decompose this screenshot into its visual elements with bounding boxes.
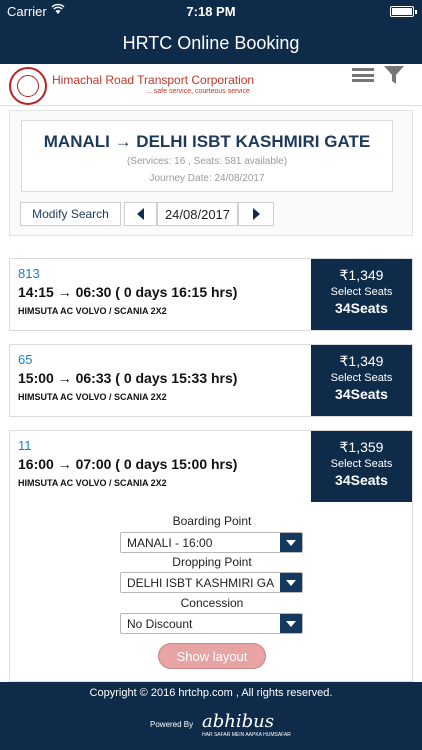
bus-timing: 15:00 → 06:33 ( 0 days 15:33 hrs) — [18, 370, 238, 386]
page-title: HRTC Online Booking — [122, 33, 300, 53]
chevron-down-icon — [280, 573, 302, 592]
concession-select[interactable]: No Discount — [120, 613, 303, 634]
brand-name: Himachal Road Transport Corporation — [52, 73, 255, 87]
menu-icon[interactable] — [352, 68, 374, 82]
select-seats-button[interactable]: ₹1,349 Select Seats 34Seats — [311, 345, 412, 416]
show-layout-button[interactable]: Show layout — [158, 643, 266, 669]
fare-label: ₹1,349 — [339, 267, 384, 283]
bus-number[interactable]: 65 — [18, 352, 32, 367]
seats-available: 34Seats — [335, 472, 388, 488]
dropping-point-label: Dropping Point — [172, 555, 252, 569]
clock: 7:18 PM — [186, 4, 236, 19]
bus-timing: 14:15 → 06:30 ( 0 days 16:15 hrs) — [18, 284, 238, 300]
journey-date: Journey Date: 24/08/2017 — [149, 173, 265, 184]
journey-date-field[interactable]: 24/08/2017 — [157, 202, 238, 226]
bus-type: HIMSUTA AC VOLVO / SCANIA 2X2 — [18, 306, 167, 316]
route-box: MANALI → DELHI ISBT KASHMIRI GATE (Servi… — [21, 120, 393, 192]
arrow-right-icon — [252, 208, 260, 220]
concession-label: Concession — [180, 596, 244, 610]
status-bar: Carrier 7:18 PM — [0, 0, 422, 22]
concession-value: No Discount — [127, 617, 193, 631]
search-summary-panel: MANALI → DELHI ISBT KASHMIRI GATE (Servi… — [9, 110, 413, 236]
booking-options-panel: Boarding Point MANALI - 16:00 Dropping P… — [9, 502, 413, 682]
boarding-point-value: MANALI - 16:00 — [127, 536, 213, 550]
bus-type: HIMSUTA AC VOLVO / SCANIA 2X2 — [18, 478, 167, 488]
bus-timing: 16:00 → 07:00 ( 0 days 15:00 hrs) — [18, 456, 238, 472]
services-summary: (Services: 16 , Seats: 581 available) — [126, 156, 288, 167]
select-seats-label: Select Seats — [330, 372, 393, 384]
bus-card: 65 15:00 → 06:33 ( 0 days 15:33 hrs) HIM… — [9, 344, 413, 417]
app-header: HRTC Online Booking — [0, 22, 422, 64]
boarding-point-label: Boarding Point — [172, 514, 252, 528]
dropping-point-value: DELHI ISBT KASHMIRI GA — [127, 576, 275, 590]
fare-label: ₹1,359 — [339, 439, 384, 455]
bus-card: 11 16:00 → 07:00 ( 0 days 15:00 hrs) HIM… — [9, 430, 413, 503]
arrow-left-icon — [137, 208, 144, 220]
bus-number[interactable]: 11 — [18, 438, 32, 453]
battery-icon — [390, 6, 417, 17]
seats-available: 34Seats — [335, 386, 388, 402]
filter-icon[interactable] — [384, 66, 404, 84]
next-date-button[interactable] — [238, 202, 274, 226]
select-seats-label: Select Seats — [330, 286, 393, 298]
select-seats-button[interactable]: ₹1,349 Select Seats 34Seats — [311, 259, 412, 330]
brand-tagline: ... safe service, courteous service — [146, 88, 250, 95]
bus-card: 813 14:15 → 06:30 ( 0 days 16:15 hrs) HI… — [9, 258, 413, 331]
copyright-text: Copyright © 2016 hrtchp.com , All rights… — [89, 687, 333, 699]
chevron-down-icon — [280, 533, 302, 552]
powered-by-row: Powered By abhibus HAR SAFAR MEIN AAPKA … — [0, 711, 422, 741]
seats-available: 34Seats — [335, 300, 388, 316]
dropping-point-select[interactable]: DELHI ISBT KASHMIRI GA — [120, 572, 303, 593]
route-title: MANALI → DELHI ISBT KASHMIRI GATE — [43, 132, 371, 151]
select-seats-label: Select Seats — [330, 458, 393, 470]
boarding-point-select[interactable]: MANALI - 16:00 — [120, 532, 303, 553]
modify-search-button[interactable]: Modify Search — [20, 202, 121, 226]
bus-number[interactable]: 813 — [18, 266, 40, 281]
powered-by-label: Powered By — [150, 720, 194, 729]
hrtc-logo — [9, 67, 47, 105]
abhibus-logo[interactable]: abhibus — [202, 711, 274, 732]
chevron-down-icon — [280, 614, 302, 633]
select-seats-button[interactable]: ₹1,359 Select Seats 34Seats — [311, 431, 412, 502]
footer: Copyright © 2016 hrtchp.com , All rights… — [0, 682, 422, 750]
previous-date-button[interactable] — [124, 202, 157, 226]
abhibus-tagline: HAR SAFAR MEIN AAPKA HUMSAFAR — [202, 732, 291, 738]
fare-label: ₹1,349 — [339, 353, 384, 369]
bus-type: HIMSUTA AC VOLVO / SCANIA 2X2 — [18, 392, 167, 402]
